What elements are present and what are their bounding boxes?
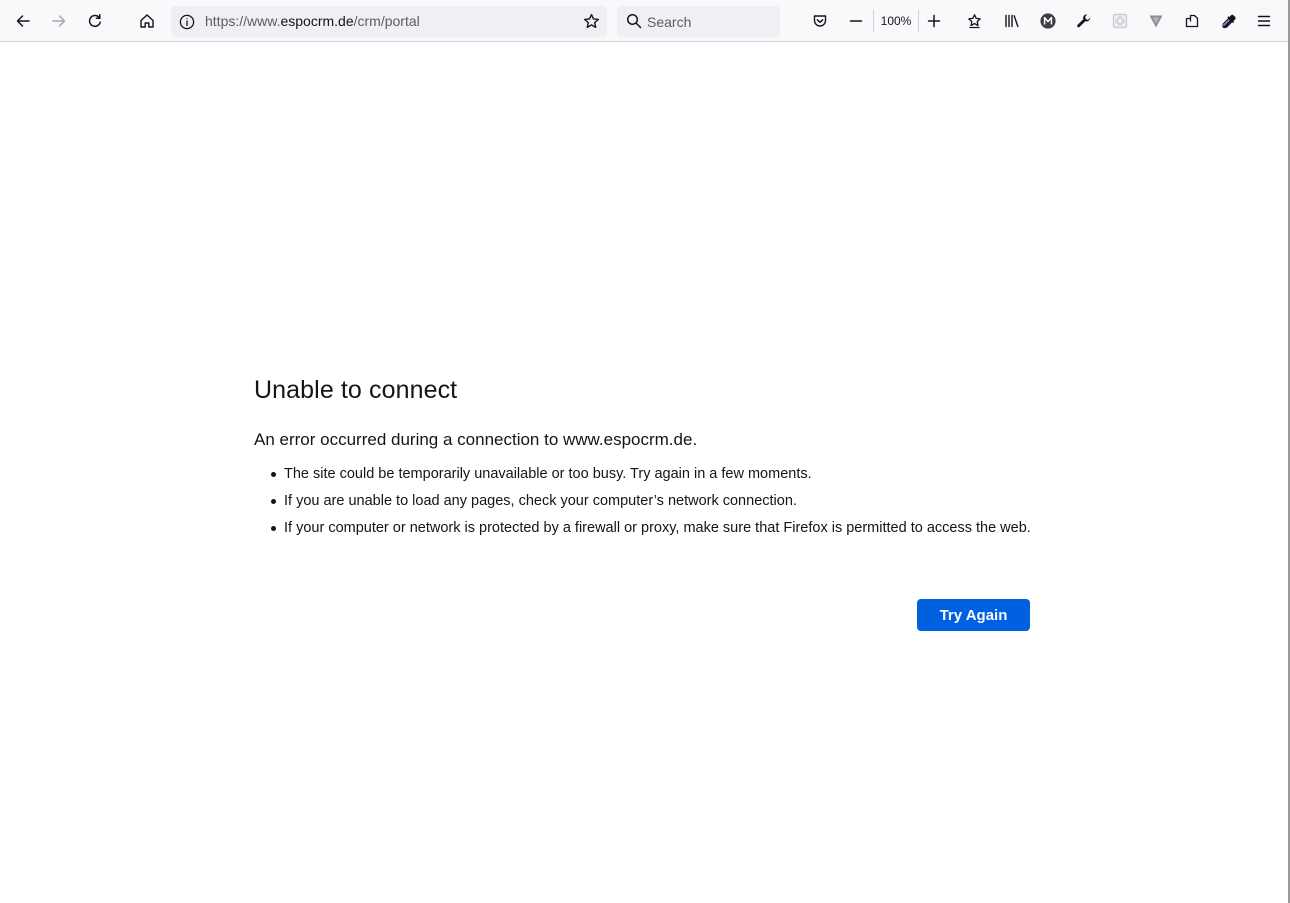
back-icon (16, 15, 30, 27)
zoom-reset-button[interactable]: 100% (873, 10, 919, 32)
hamburger-menu-icon (1257, 15, 1271, 27)
bookmarks-menu-icon (968, 14, 981, 29)
eyedropper-button[interactable] (1212, 5, 1244, 37)
url-host: espocrm.de (280, 13, 354, 29)
library-button[interactable] (996, 5, 1028, 37)
address-bar[interactable]: https://www.espocrm.de/crm/portal (171, 6, 607, 37)
home-icon (140, 14, 154, 28)
vpn-icon (1149, 15, 1163, 28)
search-icon (626, 13, 642, 29)
bookmarks-menu-button[interactable] (959, 5, 991, 37)
share-icon (1185, 14, 1199, 28)
home-button[interactable] (131, 5, 163, 37)
tools-wrench-icon (1077, 14, 1091, 28)
reload-button[interactable] (79, 5, 111, 37)
forward-icon (52, 15, 66, 27)
tools-button[interactable] (1068, 5, 1100, 37)
bookmark-star-icon[interactable] (582, 12, 601, 31)
zoom-in-icon (927, 14, 941, 28)
url-prefix: https://www. (205, 13, 281, 29)
library-icon (1005, 14, 1019, 28)
error-suggestions-list: The site could be temporarily unavailabl… (254, 464, 1034, 538)
error-page-container: Unable to connect An error occurred duri… (254, 374, 1034, 631)
eyedropper-icon (1222, 14, 1236, 29)
search-bar[interactable] (617, 6, 780, 37)
zoom-out-icon (849, 20, 863, 22)
pocket-button[interactable] (804, 5, 836, 37)
reload-icon (88, 14, 101, 28)
url-text[interactable]: https://www.espocrm.de/crm/portal (205, 14, 420, 29)
button-row: Try Again (917, 599, 1030, 631)
url-path: /crm/portal (353, 13, 420, 29)
extension-icon (1112, 13, 1128, 29)
error-subtitle: An error occurred during a connection to… (254, 430, 698, 449)
error-title: Unable to connect (254, 376, 458, 404)
navigation-toolbar: https://www.espocrm.de/crm/portal Search… (0, 0, 1288, 42)
list-item: The site could be temporarily unavailabl… (271, 464, 1034, 484)
pocket-icon (813, 15, 827, 27)
try-again-button[interactable]: Try Again (917, 599, 1030, 631)
zoom-out-button[interactable] (840, 5, 872, 37)
share-button[interactable] (1176, 5, 1208, 37)
vpn-button[interactable] (1140, 5, 1172, 37)
extension-button[interactable] (1104, 5, 1136, 37)
account-button[interactable] (1032, 5, 1064, 37)
browser-window: https://www.espocrm.de/crm/portal Search… (0, 0, 1290, 903)
list-item: If you are unable to load any pages, che… (271, 491, 1034, 511)
zoom-in-button[interactable] (918, 5, 950, 37)
search-input[interactable] (647, 12, 772, 32)
app-menu-button[interactable] (1248, 5, 1280, 37)
account-icon (1040, 13, 1056, 29)
forward-button[interactable] (43, 5, 75, 37)
list-item: If your computer or network is protected… (271, 518, 1034, 538)
site-info-icon[interactable] (178, 13, 195, 30)
back-button[interactable] (7, 5, 39, 37)
